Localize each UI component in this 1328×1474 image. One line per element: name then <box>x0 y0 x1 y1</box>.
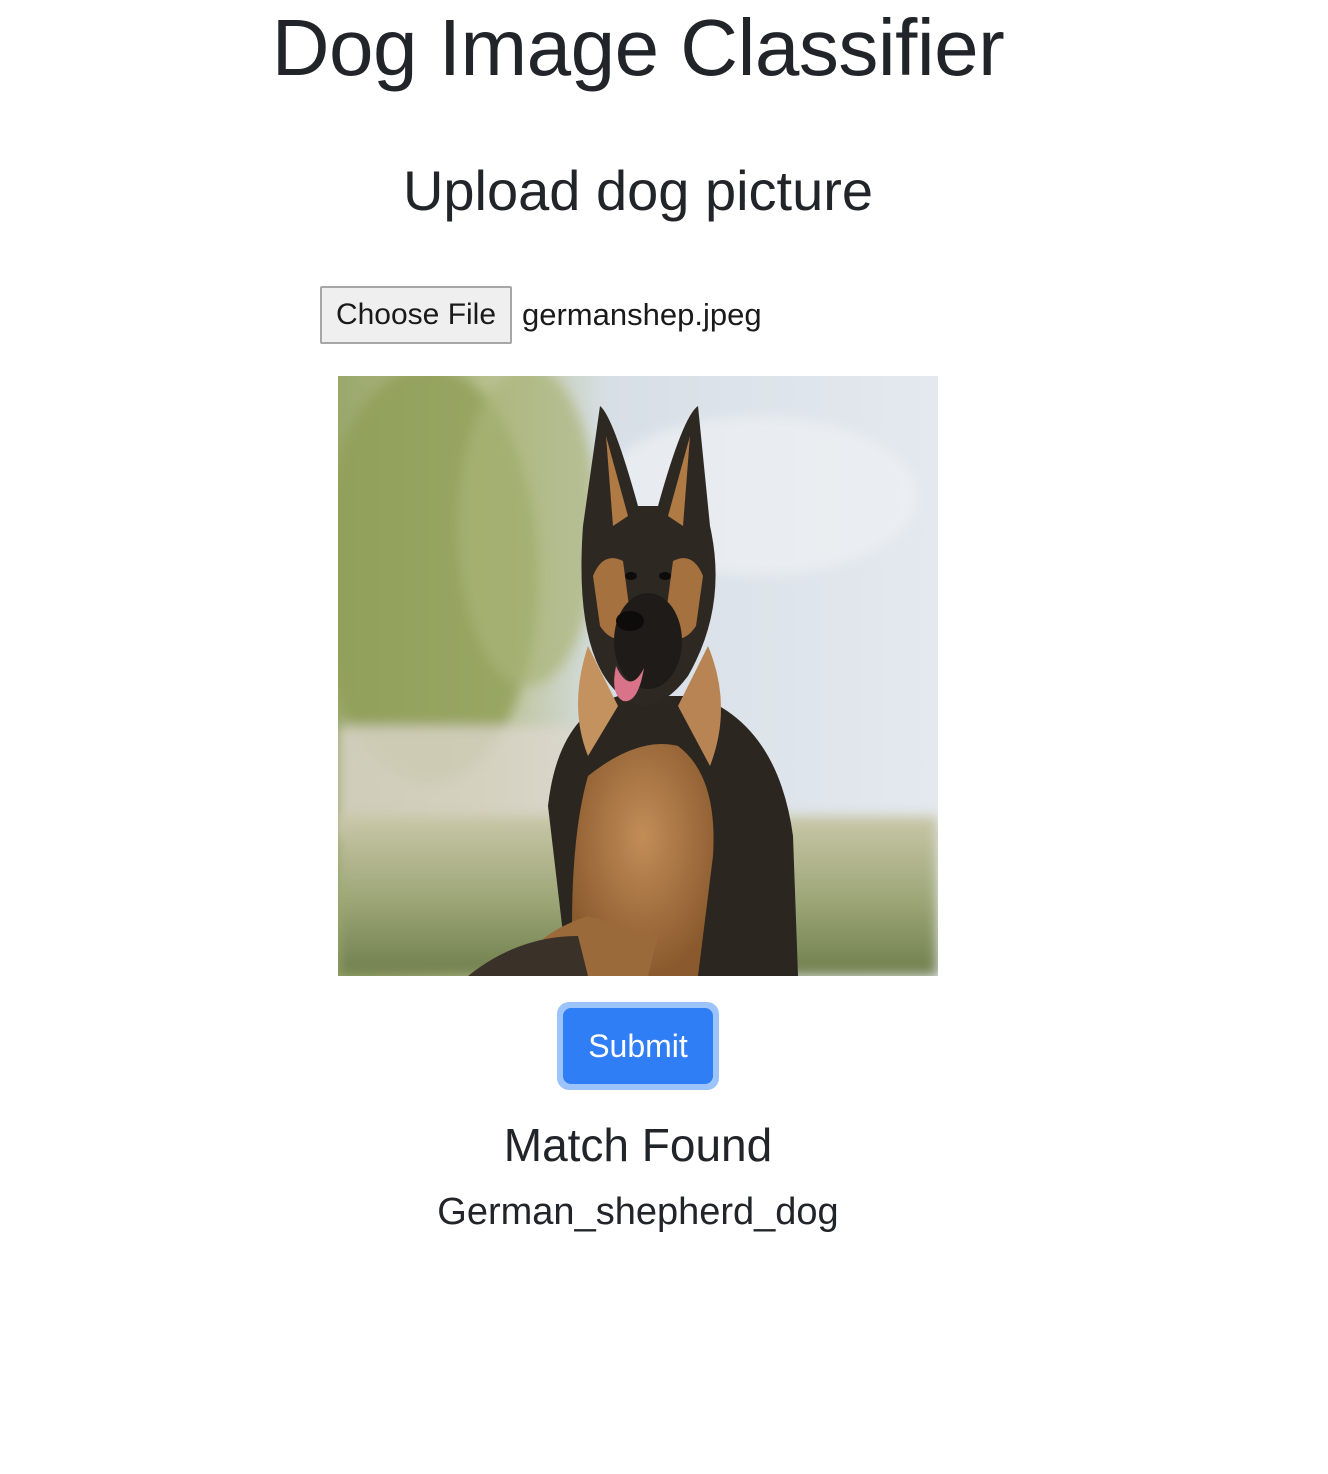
submit-focus-ring: Submit <box>557 1002 719 1090</box>
choose-file-button[interactable]: Choose File <box>320 286 512 344</box>
file-input[interactable]: Choose File germanshep.jpeg <box>320 286 762 344</box>
result-status: Match Found <box>503 1119 773 1171</box>
upload-heading: Upload dog picture <box>402 159 874 222</box>
page-title: Dog Image Classifier <box>271 3 1005 92</box>
submit-button[interactable]: Submit <box>563 1008 713 1084</box>
page: Dog Image Classifier Upload dog picture … <box>0 0 1328 1474</box>
selected-file-name: germanshep.jpeg <box>522 297 762 332</box>
dog-preview-image <box>338 376 938 976</box>
result-breed: German_shepherd_dog <box>437 1191 839 1233</box>
